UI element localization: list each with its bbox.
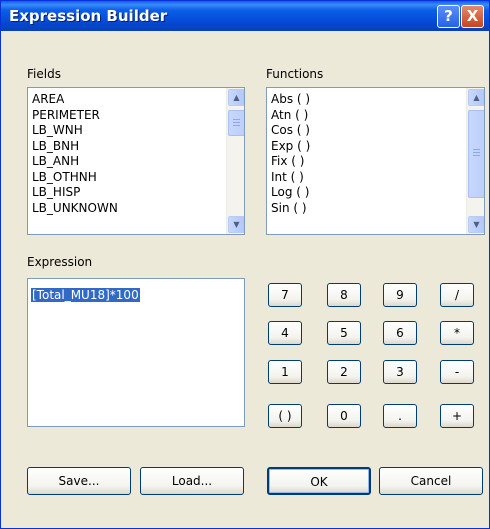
help-icon: ? [444, 7, 453, 25]
functions-list: Abs ( ) Atn ( ) Cos ( ) Exp ( ) Fix ( ) … [271, 92, 310, 216]
field-item[interactable]: LB_UNKNOWN [32, 201, 118, 217]
expression-label: Expression [27, 255, 93, 269]
close-button[interactable]: X [461, 5, 484, 28]
expression-textbox[interactable]: [Total_MU18]*100 [27, 278, 245, 427]
function-item[interactable]: Exp ( ) [271, 139, 310, 155]
cancel-button[interactable]: Cancel [379, 467, 483, 495]
functions-label: Functions [266, 67, 324, 81]
key-divide-button[interactable]: / [440, 283, 474, 307]
fields-list: AREA PERIMETER LB_WNH LB_BNH LB_ANH LB_O… [32, 92, 118, 216]
key-add-button[interactable]: + [440, 404, 474, 428]
key-0-button[interactable]: 0 [327, 404, 361, 428]
key-parentheses-button[interactable]: ( ) [268, 404, 302, 428]
key-4-button[interactable]: 4 [268, 321, 302, 345]
field-item[interactable]: LB_BNH [32, 139, 118, 155]
field-item[interactable]: LB_ANH [32, 154, 118, 170]
functions-scrollbar[interactable]: ▲ ▼ [466, 88, 484, 234]
function-item[interactable]: Int ( ) [271, 170, 310, 186]
function-item[interactable]: Cos ( ) [271, 123, 310, 139]
key-decimal-button[interactable]: . [383, 404, 417, 428]
field-item[interactable]: LB_WNH [32, 123, 118, 139]
title-bar[interactable]: Expression Builder ? X [1, 1, 489, 31]
scroll-down-icon[interactable]: ▼ [228, 216, 244, 233]
functions-listbox[interactable]: Abs ( ) Atn ( ) Cos ( ) Exp ( ) Fix ( ) … [266, 87, 485, 235]
fields-listbox[interactable]: AREA PERIMETER LB_WNH LB_BNH LB_ANH LB_O… [27, 87, 245, 235]
key-2-button[interactable]: 2 [327, 360, 361, 384]
functions-scroll-thumb[interactable] [468, 110, 484, 198]
key-subtract-button[interactable]: - [440, 360, 474, 384]
key-multiply-button[interactable]: * [440, 321, 474, 345]
function-item[interactable]: Atn ( ) [271, 108, 310, 124]
field-item[interactable]: PERIMETER [32, 108, 118, 124]
function-item[interactable]: Log ( ) [271, 185, 310, 201]
scroll-up-icon[interactable]: ▲ [468, 89, 484, 106]
scroll-down-icon[interactable]: ▼ [468, 216, 484, 233]
fields-scroll-thumb[interactable] [228, 110, 244, 136]
function-item[interactable]: Sin ( ) [271, 201, 310, 217]
key-3-button[interactable]: 3 [383, 360, 417, 384]
key-8-button[interactable]: 8 [327, 283, 361, 307]
expression-builder-dialog: Expression Builder ? X Fields AREA PERIM… [0, 0, 490, 529]
fields-scrollbar[interactable]: ▲ ▼ [226, 88, 244, 234]
dialog-title: Expression Builder [9, 7, 168, 25]
fields-label: Fields [27, 67, 61, 81]
key-1-button[interactable]: 1 [268, 360, 302, 384]
key-7-button[interactable]: 7 [268, 283, 302, 307]
expression-value[interactable]: [Total_MU18]*100 [31, 288, 140, 302]
key-5-button[interactable]: 5 [327, 321, 361, 345]
scroll-up-icon[interactable]: ▲ [228, 89, 244, 106]
key-9-button[interactable]: 9 [383, 283, 417, 307]
field-item[interactable]: LB_OTHNH [32, 170, 118, 186]
field-item[interactable]: LB_HISP [32, 185, 118, 201]
load-button[interactable]: Load... [140, 467, 244, 495]
field-item[interactable]: AREA [32, 92, 118, 108]
function-item[interactable]: Abs ( ) [271, 92, 310, 108]
help-button[interactable]: ? [437, 5, 460, 28]
ok-button[interactable]: OK [267, 467, 371, 495]
close-icon: X [466, 7, 479, 25]
function-item[interactable]: Fix ( ) [271, 154, 310, 170]
key-6-button[interactable]: 6 [383, 321, 417, 345]
save-button[interactable]: Save... [27, 467, 131, 495]
